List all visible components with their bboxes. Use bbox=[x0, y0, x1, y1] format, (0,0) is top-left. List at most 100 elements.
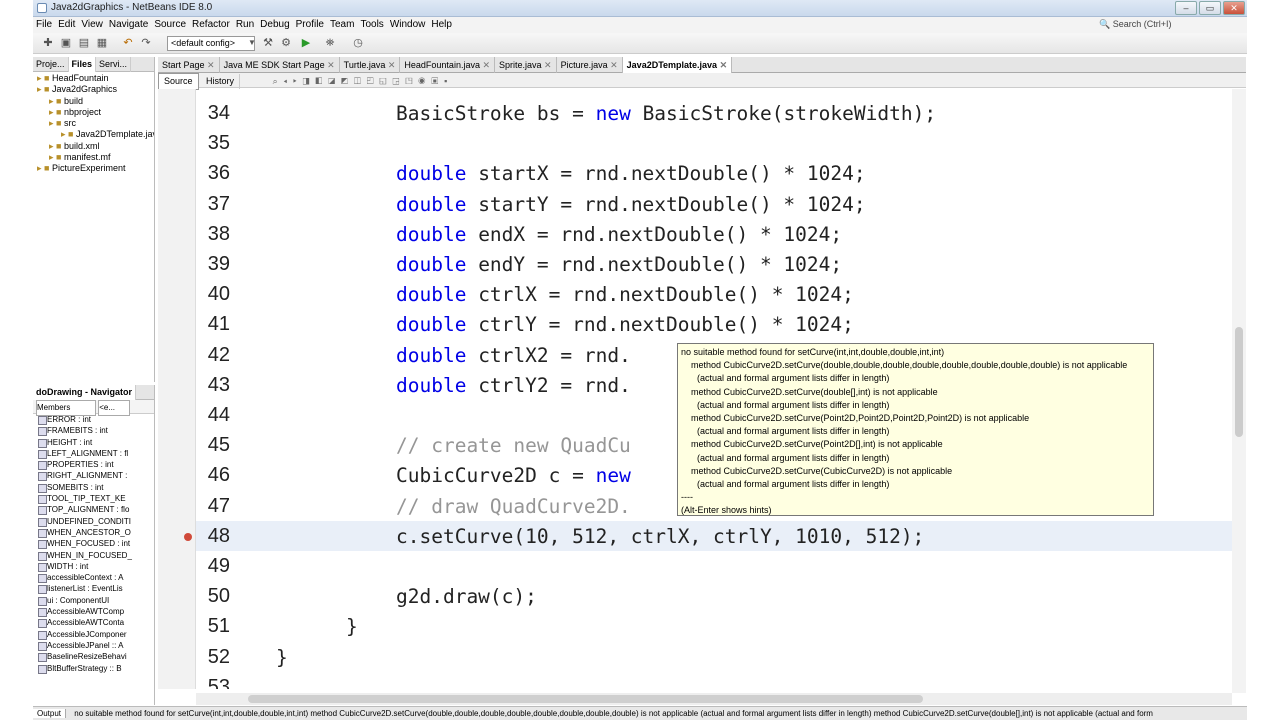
vertical-scrollbar[interactable] bbox=[1232, 89, 1246, 693]
tree-item[interactable]: ▸ ■ manifest.mf bbox=[33, 152, 154, 163]
output-tab[interactable]: Output bbox=[33, 709, 67, 718]
navigator-member[interactable]: TOP_ALIGNMENT : flo bbox=[33, 504, 154, 516]
minimize-button[interactable]: – bbox=[1175, 1, 1197, 15]
navigator-member[interactable]: FRAMEBITS : int bbox=[33, 425, 154, 437]
editor-tab-label: Turtle.java bbox=[343, 60, 386, 70]
menu-tools[interactable]: Tools bbox=[357, 17, 386, 33]
close-window-button[interactable]: ✕ bbox=[1223, 1, 1245, 15]
editor-tab[interactable]: Start Page ✕ bbox=[158, 57, 220, 73]
navigator-member[interactable]: AccessibleJPanel :: A bbox=[33, 640, 154, 652]
new-project-icon[interactable]: ▣ bbox=[59, 36, 73, 50]
tree-item[interactable]: ▸ ■ build.xml bbox=[33, 141, 154, 152]
build-hammer-icon[interactable]: ⚒ bbox=[261, 36, 275, 50]
navigator-member[interactable]: AccessibleAWTComp bbox=[33, 606, 154, 618]
navigator-member[interactable]: BaselineResizeBehavi bbox=[33, 651, 154, 663]
projects-tab[interactable]: Files bbox=[68, 57, 97, 72]
undo-icon[interactable]: ↶ bbox=[121, 36, 135, 50]
menu-edit[interactable]: Edit bbox=[55, 17, 78, 33]
menu-window[interactable]: Window bbox=[387, 17, 429, 33]
close-icon[interactable]: ✕ bbox=[385, 60, 396, 70]
folder-icon: ▸ ■ bbox=[49, 152, 64, 163]
vertical-scroll-thumb[interactable] bbox=[1235, 327, 1243, 437]
close-icon[interactable]: ✕ bbox=[542, 60, 552, 70]
tree-item[interactable]: ▸ ■ build bbox=[33, 96, 154, 107]
navigator-member[interactable]: WHEN_IN_FOCUSED_ bbox=[33, 550, 154, 561]
close-icon[interactable]: ✕ bbox=[717, 60, 728, 70]
editor-tab[interactable]: Picture.java ✕ bbox=[557, 57, 623, 73]
error-marker-icon[interactable] bbox=[184, 533, 192, 541]
menu-view[interactable]: View bbox=[78, 17, 106, 33]
menu-navigate[interactable]: Navigate bbox=[106, 17, 151, 33]
chevron-down-icon[interactable]: ▼ bbox=[245, 36, 259, 50]
projects-tab[interactable]: Servi... bbox=[96, 57, 132, 72]
editor-tab[interactable]: HeadFountain.java ✕ bbox=[400, 57, 496, 73]
history-view-tab[interactable]: History bbox=[201, 74, 241, 89]
editor-tab[interactable]: Sprite.java ✕ bbox=[495, 57, 557, 73]
menu-source[interactable]: Source bbox=[151, 17, 189, 33]
tree-item[interactable]: ▸ ■ HeadFountain bbox=[33, 73, 154, 84]
navigator-member[interactable]: AccessibleJComponer bbox=[33, 629, 154, 640]
navigator-member[interactable]: WHEN_FOCUSED : int bbox=[33, 538, 154, 550]
profile-icon[interactable]: ◷ bbox=[351, 36, 365, 50]
navigator-member[interactable]: UNDEFINED_CONDITI bbox=[33, 516, 154, 527]
horizontal-scroll-thumb[interactable] bbox=[248, 695, 923, 703]
menu-run[interactable]: Run bbox=[233, 17, 257, 33]
code-line: c.setCurve(10, 512, ctrlX, ctrlY, 1010, … bbox=[396, 524, 925, 548]
navigator-member[interactable]: ui : ComponentUI bbox=[33, 595, 154, 607]
run-icon[interactable]: ▶ bbox=[299, 36, 313, 50]
tree-item[interactable]: ▸ ■ src bbox=[33, 118, 154, 129]
line-number: 47 bbox=[207, 494, 230, 517]
navigator-member[interactable]: accessibleContext : A bbox=[33, 572, 154, 584]
debug-icon[interactable]: ⛯ bbox=[323, 36, 337, 50]
tree-item-label: build.xml bbox=[63, 140, 100, 151]
close-icon[interactable]: ✕ bbox=[205, 60, 215, 70]
menu-refactor[interactable]: Refactor bbox=[189, 17, 233, 33]
navigator-member[interactable]: listenerList : EventLis bbox=[33, 583, 154, 595]
editor-tab[interactable]: Java2DTemplate.java ✕ bbox=[622, 57, 733, 73]
search-box[interactable]: 🔍 Search (Ctrl+I) bbox=[1099, 17, 1239, 31]
navigator-member[interactable]: AccessibleAWTConta bbox=[33, 617, 154, 629]
navigator-member[interactable]: TOOL_TIP_TEXT_KE bbox=[33, 493, 154, 505]
close-icon[interactable]: ✕ bbox=[480, 60, 490, 70]
open-project-icon[interactable]: ▤ bbox=[77, 36, 91, 50]
navigator-member[interactable]: LEFT_ALIGNMENT : fl bbox=[33, 448, 154, 460]
tree-item-label: manifest.mf bbox=[63, 152, 111, 163]
editor-tool-icons[interactable]: ⌕◂▸◨◧◪◩◫◰◱◲◳◉▣▪ bbox=[273, 74, 454, 89]
tree-item[interactable]: ▸ ■ nbproject bbox=[33, 107, 154, 118]
menu-help[interactable]: Help bbox=[428, 17, 455, 33]
horizontal-scrollbar[interactable] bbox=[196, 693, 1232, 705]
editor-tab-label: Sprite.java bbox=[499, 60, 542, 70]
navigator-member[interactable]: PROPERTIES : int bbox=[33, 459, 154, 471]
tree-item[interactable]: ▸ ■ Java2dGraphics bbox=[33, 84, 154, 95]
navigator-member[interactable]: RIGHT_ALIGNMENT : bbox=[33, 470, 154, 482]
close-icon[interactable]: ✕ bbox=[325, 60, 335, 70]
tooltip-line: method CubicCurve2D.setCurve(CubicCurve2… bbox=[691, 465, 953, 476]
maximize-button[interactable]: ▭ bbox=[1199, 1, 1221, 15]
tree-item[interactable]: ▸ ■ Java2DTemplate.java bbox=[33, 129, 154, 140]
source-view-tab[interactable]: Source bbox=[158, 73, 199, 90]
navigator-member[interactable]: WIDTH : int bbox=[33, 561, 154, 573]
navigator-member[interactable]: WHEN_ANCESTOR_O bbox=[33, 527, 154, 539]
new-file-icon[interactable]: ✚ bbox=[41, 36, 55, 50]
menu-debug[interactable]: Debug bbox=[257, 17, 292, 33]
editor-tab[interactable]: Java ME SDK Start Page ✕ bbox=[220, 57, 340, 73]
navigator-member[interactable]: HEIGHT : int bbox=[33, 437, 154, 448]
save-all-icon[interactable]: ▦ bbox=[95, 36, 109, 50]
navigator-member[interactable]: BltBufferStrategy :: B bbox=[33, 663, 154, 674]
tree-item[interactable]: ▸ ■ PictureExperiment bbox=[33, 163, 154, 174]
menu-team[interactable]: Team bbox=[327, 17, 357, 33]
config-select[interactable]: <default config> bbox=[167, 36, 255, 51]
projects-tab[interactable]: Proje... bbox=[33, 57, 69, 72]
tooltip-line: (actual and formal argument lists differ… bbox=[697, 452, 890, 463]
line-number: 48 bbox=[207, 524, 230, 547]
clean-build-icon[interactable]: ⚙ bbox=[279, 36, 293, 50]
code-line: double ctrlX2 = rnd. bbox=[396, 343, 631, 367]
redo-icon[interactable]: ↷ bbox=[139, 36, 153, 50]
editor-toolbar: Source History ⌕◂▸◨◧◪◩◫◰◱◲◳◉▣▪ bbox=[158, 73, 1246, 90]
close-icon[interactable]: ✕ bbox=[608, 60, 618, 70]
menu-file[interactable]: File bbox=[33, 17, 55, 33]
navigator-member[interactable]: ERROR : int bbox=[33, 414, 154, 426]
navigator-member[interactable]: SOMEBITS : int bbox=[33, 482, 154, 494]
menu-profile[interactable]: Profile bbox=[293, 17, 327, 33]
editor-tab[interactable]: Turtle.java ✕ bbox=[340, 57, 401, 73]
